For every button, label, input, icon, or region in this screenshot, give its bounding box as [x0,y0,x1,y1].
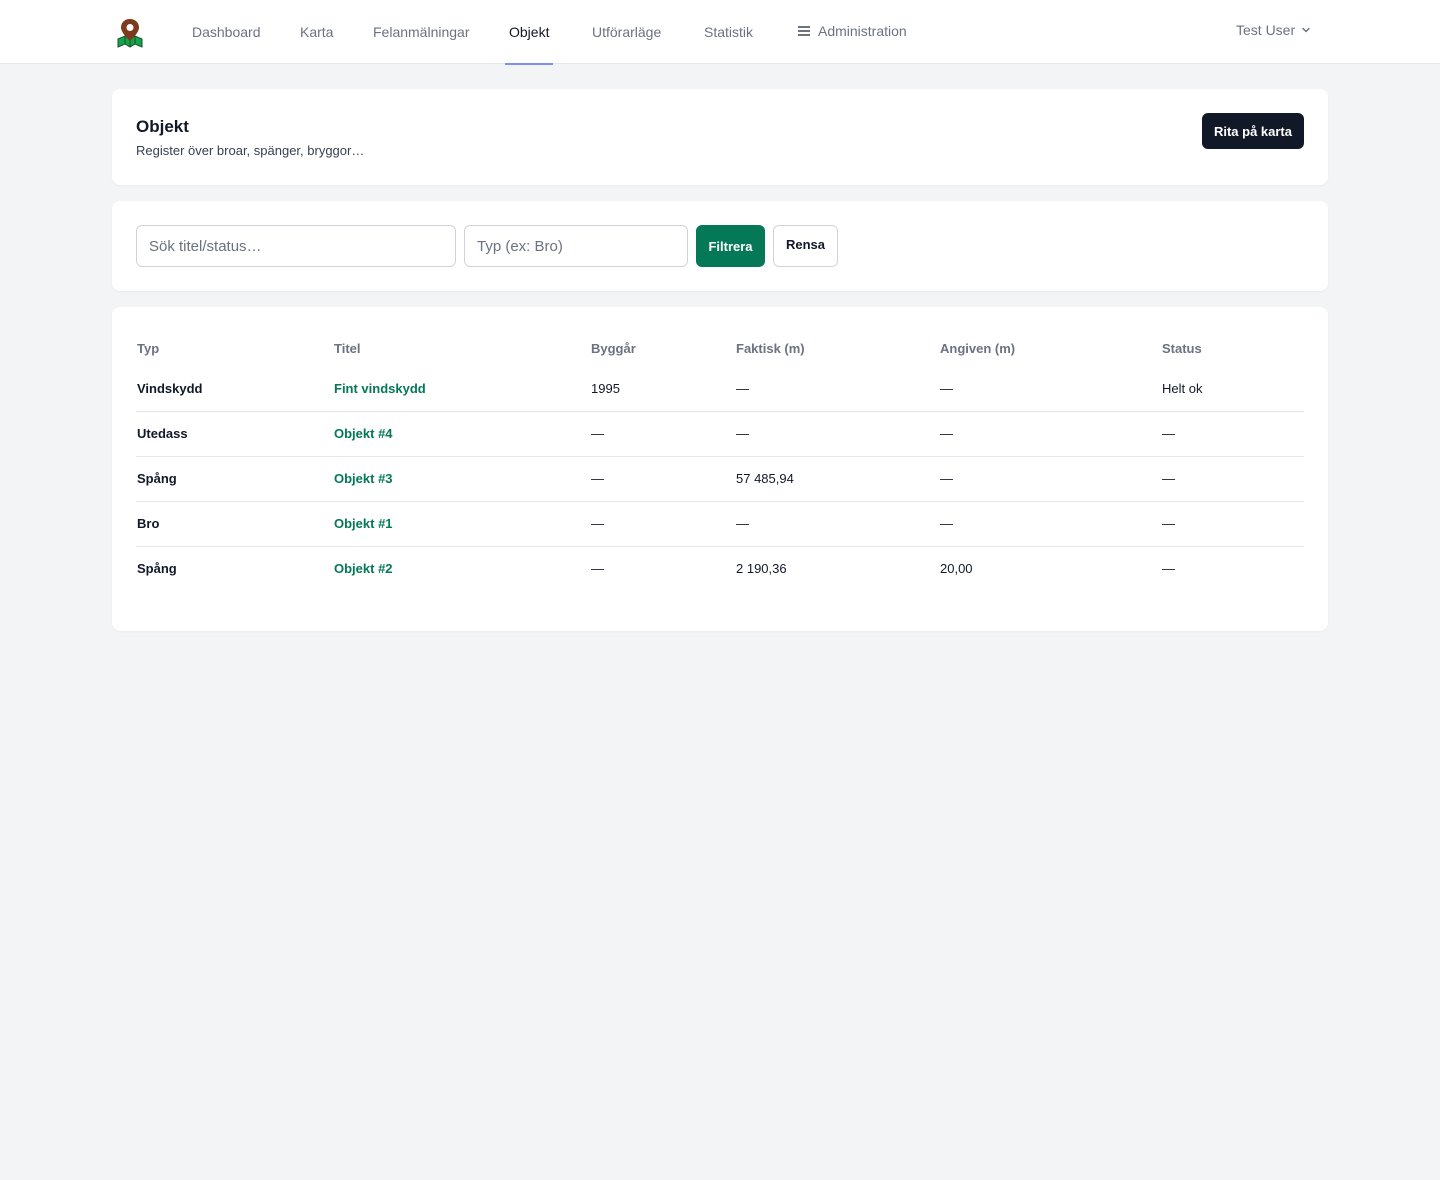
nav-administration-label: Administration [818,23,907,39]
filter-button[interactable]: Filtrera [696,225,765,267]
table-row: Spång Objekt #3 — 57 485,94 — — [136,455,1304,501]
hamburger-menu-icon [798,26,810,36]
filter-card: Filtrera Rensa [112,201,1328,291]
cell-status: — [1161,545,1304,591]
table-row: Vindskydd Fint vindskydd 1995 — — Helt o… [136,367,1304,411]
cell-year: — [590,410,735,456]
cell-status: — [1161,410,1304,456]
clear-button[interactable]: Rensa [773,225,838,267]
object-title-link[interactable]: Objekt #3 [334,471,393,486]
cell-year: — [590,500,735,546]
page-subtitle: Register över broar, spänger, bryggor… [136,143,365,158]
cell-stated-length: — [939,455,1161,501]
objects-table: Typ Titel Byggår Faktisk (m) Angiven (m)… [136,329,1304,591]
cell-status: — [1161,455,1304,501]
column-header-typ[interactable]: Typ [136,329,333,367]
type-filter-input[interactable] [464,225,688,267]
object-title-link[interactable]: Objekt #2 [334,561,393,576]
table-row: Bro Objekt #1 — — — — [136,500,1304,546]
nav-utforarlage[interactable]: Utförarläge [592,0,661,64]
top-navigation: Dashboard Karta Felanmälningar Objekt Ut… [0,0,1440,65]
page-title: Objekt [136,117,189,136]
cell-stated-length: — [939,410,1161,456]
user-menu[interactable]: Test User [1236,0,1311,62]
cell-stated-length: — [939,500,1161,546]
cell-type: Vindskydd [137,381,203,397]
page-header-card: Objekt Register över broar, spänger, bry… [112,89,1328,185]
cell-status: Helt ok [1162,381,1203,397]
column-header-titel[interactable]: Titel [333,329,590,367]
column-header-faktisk[interactable]: Faktisk (m) [735,329,939,367]
objects-table-card: Typ Titel Byggår Faktisk (m) Angiven (m)… [112,307,1328,631]
chevron-down-icon [1302,27,1310,33]
nav-objekt[interactable]: Objekt [504,0,554,65]
cell-type: Utedass [136,410,333,456]
cell-year: — [590,545,735,591]
map-pin-logo-icon[interactable] [116,17,144,49]
column-header-byggar[interactable]: Byggår [590,329,735,367]
cell-year: — [590,455,735,501]
search-input[interactable] [136,225,456,267]
cell-stated-length: — [940,381,953,397]
object-title-link[interactable]: Objekt #4 [334,426,393,441]
user-name: Test User [1236,22,1296,38]
cell-actual-length: — [735,500,939,546]
cell-stated-length: 20,00 [939,545,1161,591]
column-header-angiven[interactable]: Angiven (m) [939,329,1161,367]
cell-type: Spång [136,545,333,591]
object-title-link[interactable]: Objekt #1 [334,516,393,531]
cell-type: Bro [136,500,333,546]
nav-karta[interactable]: Karta [300,0,333,64]
nav-felanmalningar[interactable]: Felanmälningar [373,0,470,64]
nav-dashboard[interactable]: Dashboard [192,0,261,64]
cell-actual-length: 57 485,94 [735,455,939,501]
draw-on-map-button[interactable]: Rita på karta [1201,113,1304,149]
table-row: Spång Objekt #2 — 2 190,36 20,00 — [136,545,1304,591]
nav-statistik[interactable]: Statistik [704,0,753,64]
cell-actual-length: 2 190,36 [735,545,939,591]
cell-status: — [1161,500,1304,546]
table-row: Utedass Objekt #4 — — — — [136,410,1304,456]
object-title-link[interactable]: Fint vindskydd [334,381,426,396]
cell-year: 1995 [591,381,620,397]
cell-type: Spång [136,455,333,501]
table-header-row: Typ Titel Byggår Faktisk (m) Angiven (m)… [136,329,1304,367]
column-header-status[interactable]: Status [1161,329,1304,367]
nav-administration[interactable]: Administration [798,0,907,63]
cell-actual-length: — [735,410,939,456]
cell-actual-length: — [736,381,749,397]
